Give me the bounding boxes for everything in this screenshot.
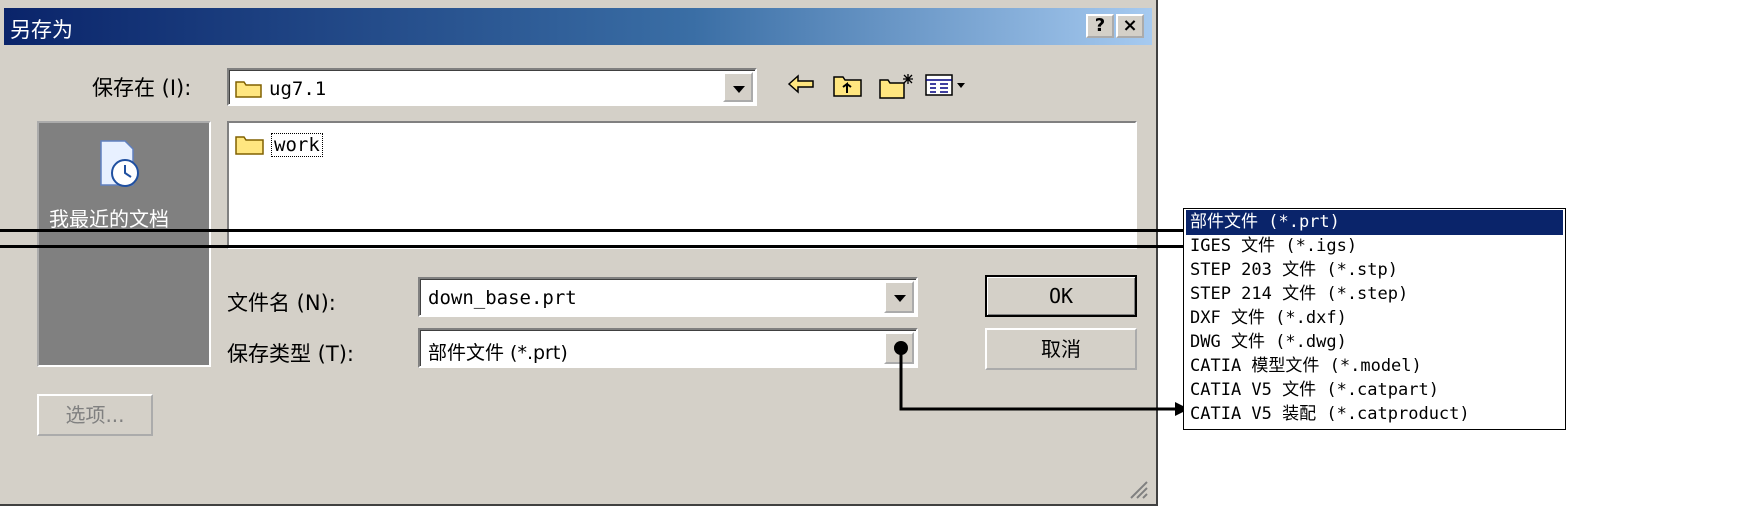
filetype-label: 保存类型 (T): <box>227 342 354 366</box>
list-item[interactable]: STEP 203 文件 (*.stp) <box>1186 258 1563 283</box>
ok-button[interactable]: OK <box>985 275 1137 317</box>
options-button[interactable]: 选项... <box>37 394 153 436</box>
close-button[interactable]: × <box>1116 14 1144 38</box>
places-item-recent[interactable]: 我最近的文档 <box>39 123 209 233</box>
new-folder-icon[interactable] <box>878 72 914 100</box>
filename-value: down_base.prt <box>428 287 577 309</box>
recent-documents-label: 我最近的文档 <box>49 207 169 231</box>
back-arrow-icon[interactable] <box>786 72 816 96</box>
filename-input[interactable]: down_base.prt <box>418 277 918 317</box>
filetype-dropdown[interactable]: 部件文件 (*.prt) <box>418 328 918 368</box>
callout-arrow <box>894 341 1189 416</box>
list-item[interactable]: IGES 文件 (*.igs) <box>1186 234 1563 259</box>
list-item[interactable]: CATIA V5 装配 (*.catproduct) <box>1186 402 1563 427</box>
view-menu-icon[interactable] <box>924 72 974 98</box>
list-item[interactable]: 部件文件 (*.prt) <box>1186 210 1563 235</box>
save-as-dialog: 另存为 ? × 保存在 (I): ug7.1 我最近的文档 work 文件名 (… <box>0 0 1158 506</box>
folder-icon <box>235 81 262 98</box>
callout-line-1 <box>0 229 1183 232</box>
file-name: work <box>271 133 323 157</box>
dialog-title: 另存为 <box>10 18 73 42</box>
save-in-value: ug7.1 <box>269 78 327 100</box>
list-item[interactable]: DWG 文件 (*.dwg) <box>1186 330 1563 355</box>
callout-line-2 <box>0 245 1183 248</box>
list-item[interactable]: DXF 文件 (*.dxf) <box>1186 306 1563 331</box>
filetype-value: 部件文件 (*.prt) <box>428 342 568 364</box>
help-button[interactable]: ? <box>1086 14 1114 38</box>
chevron-down-icon[interactable] <box>723 72 753 102</box>
list-item[interactable]: STEP 214 文件 (*.step) <box>1186 282 1563 307</box>
filename-label: 文件名 (N): <box>227 291 336 315</box>
title-bar[interactable]: 另存为 ? × <box>4 8 1152 45</box>
save-in-label: 保存在 (I): <box>92 76 192 100</box>
places-bar: 我最近的文档 <box>37 121 211 367</box>
recent-documents-icon <box>100 140 139 187</box>
list-item[interactable]: CATIA V5 文件 (*.catpart) <box>1186 378 1563 403</box>
list-item[interactable]: CATIA 模型文件 (*.model) <box>1186 354 1563 379</box>
save-in-dropdown[interactable]: ug7.1 <box>227 68 757 106</box>
resize-grip-icon[interactable] <box>1125 476 1149 500</box>
chevron-down-icon[interactable] <box>884 281 914 313</box>
folder-icon <box>235 136 264 155</box>
filetype-options-list[interactable]: 部件文件 (*.prt) IGES 文件 (*.igs) STEP 203 文件… <box>1183 208 1566 430</box>
up-folder-icon[interactable] <box>832 72 864 98</box>
